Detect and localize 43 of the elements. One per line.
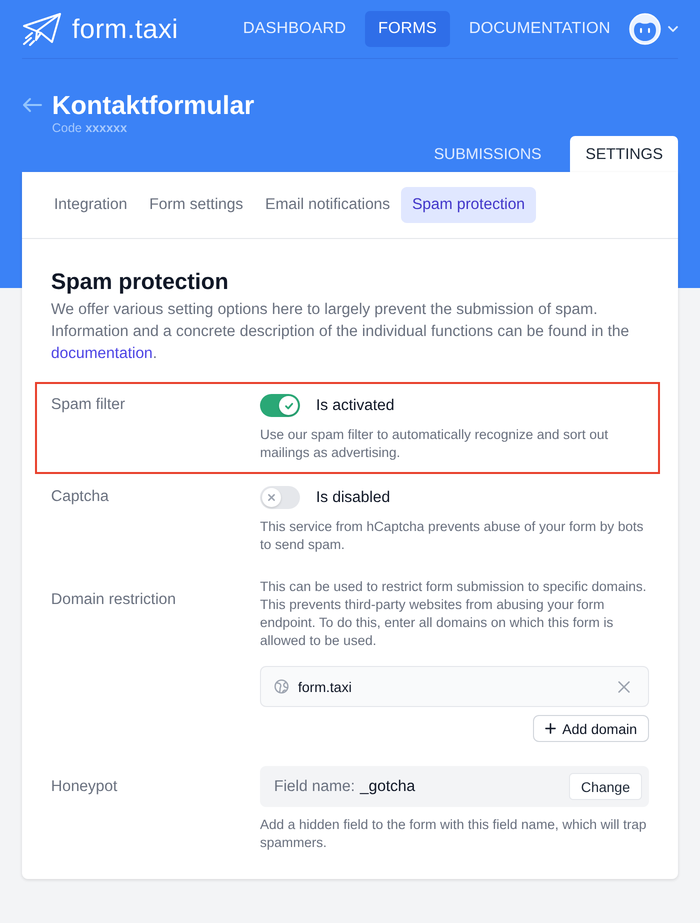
setting-label: Honeypot [51,777,118,797]
documentation-link[interactable]: documentation [51,345,153,362]
domain-name: form.taxi [298,678,353,694]
setting-label: Captcha [51,487,110,507]
toggle-switch[interactable] [260,486,300,509]
toggle-switch[interactable] [260,394,300,417]
honeypot-field[interactable]: Field name: _gotcha Change [260,766,649,807]
section-description: We offer various setting options here to largely prevent the submission of spam. Information and a concrete description of the individual functions can be found in the documentation. [51,300,630,364]
section-title: Spam protection [51,268,230,296]
nav-link[interactable]: FORMS [365,11,450,47]
page-title: Kontaktformular [52,89,254,121]
status-text: Is disabled [316,488,390,506]
nav-link[interactable]: DASHBOARD [230,11,360,47]
domain-field[interactable]: form.taxi [260,666,649,707]
header-tab[interactable]: SETTINGS [570,136,678,172]
section-tab[interactable]: Email notifications [254,187,402,223]
header-tab[interactable]: SUBMISSIONS [418,136,556,172]
close-icon[interactable] [618,680,630,692]
status-text: Is activated [316,396,394,414]
setting-description: Add a hidden field to the form with this field name, which will trap spammers. [260,816,648,852]
nav-link[interactable]: DOCUMENTATION [456,11,624,47]
chevron-down-icon[interactable] [668,26,678,32]
section-tab[interactable]: Spam protection [401,187,536,223]
add-domain-button[interactable]: Add domain [533,715,649,742]
section-tab[interactable]: Integration [43,187,138,223]
setting-label: Domain restriction [51,590,177,610]
plus-icon [545,723,556,734]
form-code: Code xxxxxx [52,121,128,136]
check-icon [284,400,294,410]
field-value: _gotcha [360,778,416,796]
setting-description: This can be used to restrict form submission to specific domains. This prevents third-party websites from abusing your form endpoint. To do this, enter all domains on which this form is allowed to be used. [260,578,648,650]
setting-label: Spam filter [51,395,126,415]
section-tab[interactable]: Form settings [138,187,254,223]
setting-description: This service from hCaptcha prevents abuse of your form by bots to send spam. [260,518,644,554]
cross-icon [268,494,275,501]
back-arrow-icon[interactable] [22,97,42,113]
field-label: Field name: [274,778,355,796]
brand-name[interactable]: form.taxi [72,14,178,44]
paper-plane-icon [22,12,62,46]
globe-icon [274,679,289,694]
setting-description: Use our spam filter to automatically recognize and sort out mailings as advertising. [260,426,610,462]
avatar-icon[interactable] [629,13,661,45]
change-button[interactable]: Change [568,773,642,800]
